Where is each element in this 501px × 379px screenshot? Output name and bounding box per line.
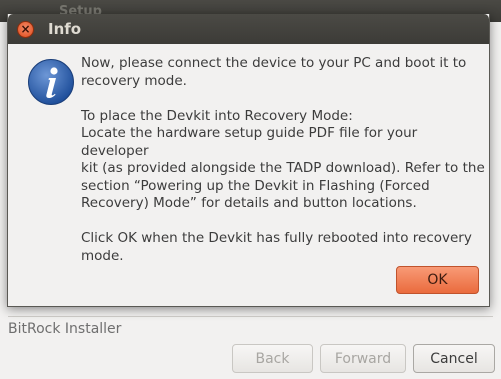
info-icon	[28, 59, 74, 105]
dialog-message: Now, please connect the device to your P…	[81, 55, 486, 283]
dialog-title: Info	[48, 20, 82, 38]
info-dialog: × Info Now, please connect the device to…	[7, 14, 490, 307]
message-paragraph: To place the Devkit into Recovery Mode: …	[81, 107, 485, 212]
installer-brand-label: BitRock Installer	[8, 321, 122, 337]
dialog-titlebar: × Info	[8, 14, 489, 44]
message-paragraph: Click OK when the Devkit has fully reboo…	[81, 230, 472, 264]
cancel-button[interactable]: Cancel	[413, 344, 495, 373]
back-button[interactable]: Back	[232, 344, 313, 373]
ok-button[interactable]: OK	[396, 266, 479, 294]
footer-separator	[8, 316, 493, 317]
message-paragraph: Now, please connect the device to your P…	[81, 55, 467, 89]
close-icon[interactable]: ×	[17, 21, 34, 38]
forward-button[interactable]: Forward	[320, 344, 406, 373]
